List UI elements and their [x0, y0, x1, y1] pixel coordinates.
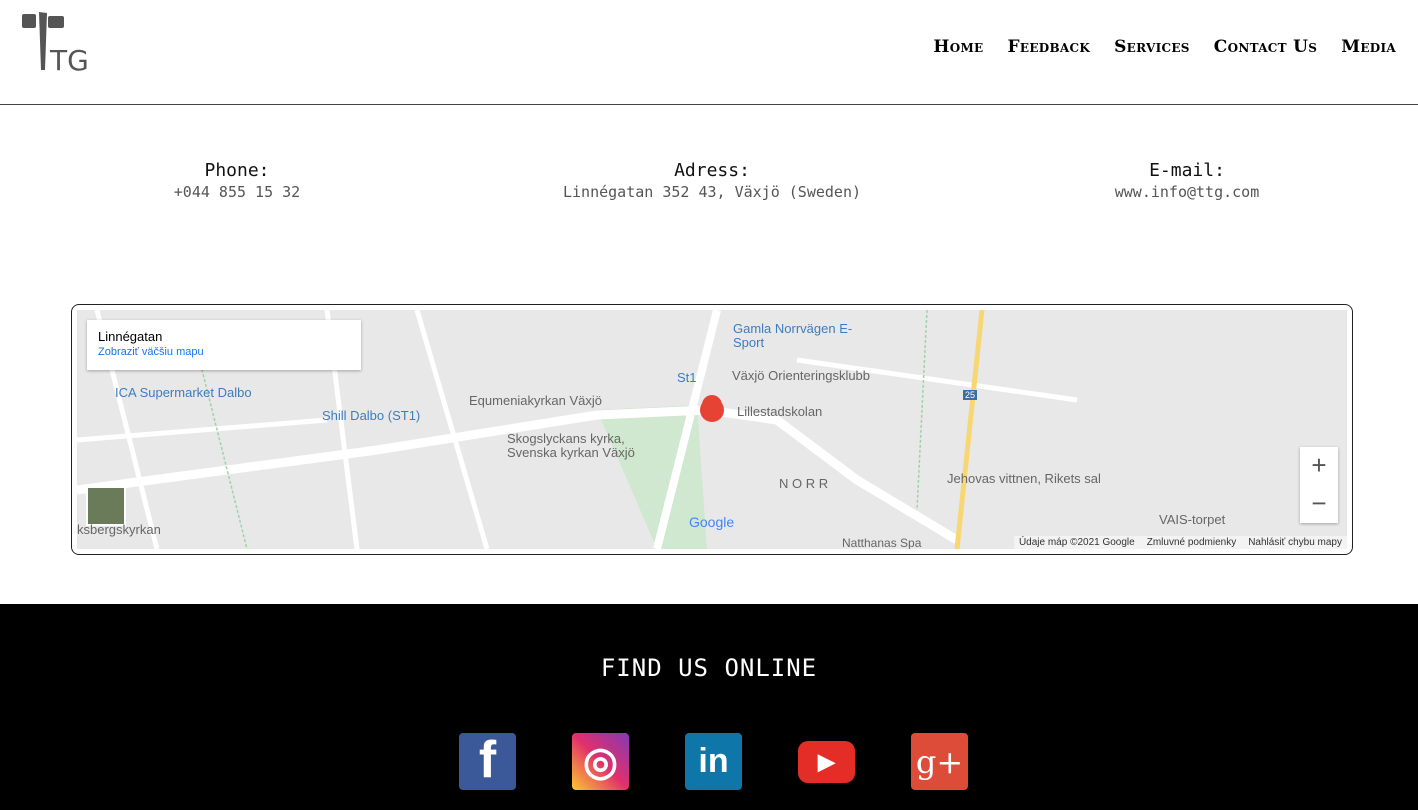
logo-text: TG [49, 44, 89, 74]
email-info: E-mail: www.info@ttg.com [987, 160, 1387, 201]
map-label: N O R R [779, 476, 829, 491]
address-info: Adress: Linnégatan 352 43, Växjö (Sweden… [512, 160, 912, 201]
nav-contact-us[interactable]: Contact Us [1214, 37, 1317, 57]
map[interactable]: Linnégatan Zobraziť väčšiu mapu Gamla No… [77, 310, 1347, 549]
terms-link[interactable]: Zmluvné podmienky [1147, 537, 1236, 548]
map-label[interactable]: Shill Dalbo (ST1) [322, 408, 420, 423]
nav-services[interactable]: Services [1114, 37, 1190, 57]
map-marker-icon [700, 398, 724, 422]
logo[interactable]: TG [20, 12, 90, 74]
larger-map-link[interactable]: Zobraziť väčšiu mapu [98, 346, 350, 358]
report-error-link[interactable]: Nahlásiť chybu mapy [1248, 537, 1342, 548]
map-label[interactable]: ksbergskyrkan [77, 522, 161, 537]
facebook-icon[interactable]: f [459, 731, 516, 790]
youtube-icon[interactable]: ▶ [798, 741, 855, 783]
nav-feedback[interactable]: Feedback [1008, 37, 1091, 57]
nav-home[interactable]: Home [933, 37, 983, 57]
zoom-in-button[interactable]: + [1300, 447, 1338, 485]
map-label[interactable]: Växjö Orienteringsklubb [732, 368, 870, 383]
google-logo: Google [689, 514, 735, 530]
linkedin-icon[interactable]: in [685, 733, 742, 790]
header: TG Home Feedback Services Contact Us Med… [0, 0, 1418, 105]
phone-info: Phone: +044 855 15 32 [37, 160, 437, 201]
email-label: E-mail: [1149, 160, 1225, 181]
map-label[interactable]: St1 [677, 370, 697, 385]
footer: FIND US ONLINE f ◎ in ▶ g+ [0, 604, 1418, 810]
address-label: Adress: [674, 160, 750, 181]
map-label[interactable]: Lillestadskolan [737, 404, 822, 419]
instagram-icon[interactable]: ◎ [572, 733, 629, 790]
zoom-out-button[interactable]: − [1300, 485, 1338, 523]
email-value: www.info@ttg.com [1114, 183, 1260, 201]
main-nav: Home Feedback Services Contact Us Media [933, 37, 1396, 57]
map-label[interactable]: Gamla Norrvägen E-Sport [733, 322, 853, 350]
social-links: f ◎ in ▶ g+ [459, 731, 968, 790]
google-plus-icon[interactable]: g+ [911, 733, 968, 790]
footer-title: FIND US ONLINE [600, 654, 818, 682]
map-frame: Linnégatan Zobraziť väčšiu mapu Gamla No… [71, 304, 1353, 555]
nav-media[interactable]: Media [1341, 37, 1396, 57]
map-label[interactable]: Natthanas Spa [842, 536, 921, 549]
road-25-shield: 25 [963, 390, 978, 400]
address-value: Linnégatan 352 43, Växjö (Sweden) [562, 183, 861, 201]
map-label[interactable]: Skogslyckans kyrka, Svenska kyrkan Växjö [507, 432, 637, 460]
zoom-controls: + − [1300, 447, 1338, 523]
phone-value: +044 855 15 32 [173, 183, 301, 201]
map-label[interactable]: Jehovas vittnen, Rikets sal [947, 471, 1101, 486]
phone-label: Phone: [204, 160, 270, 181]
map-data-credit: Údaje máp ©2021 Google [1018, 537, 1135, 548]
map-attribution: Údaje máp ©2021 Google Zmluvné podmienky… [1013, 536, 1347, 549]
satellite-toggle-icon [86, 486, 126, 526]
place-name: Linnégatan [98, 329, 163, 344]
place-card: Linnégatan Zobraziť väčšiu mapu [87, 320, 361, 370]
map-label[interactable]: Equmeniakyrkan Växjö [469, 393, 602, 408]
map-label[interactable]: ICA Supermarket Dalbo [115, 385, 252, 400]
map-label[interactable]: VAIS-torpet [1159, 512, 1225, 527]
